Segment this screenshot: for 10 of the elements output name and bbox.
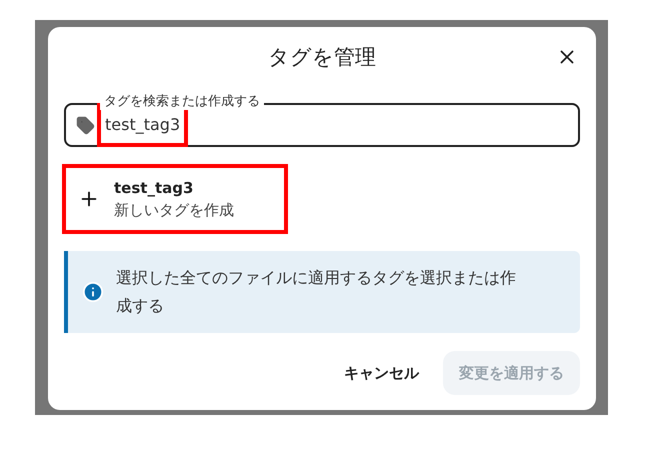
dialog-title: タグを管理 bbox=[268, 44, 376, 72]
search-value: test_tag3 bbox=[105, 114, 180, 136]
cancel-button[interactable]: キャンセル bbox=[330, 351, 433, 395]
option-subtitle: 新しいタグを作成 bbox=[114, 200, 234, 221]
info-icon bbox=[82, 281, 104, 303]
field-label: タグを検索または作成する bbox=[100, 94, 264, 110]
option-name: test_tag3 bbox=[114, 178, 194, 198]
create-tag-option[interactable]: test_tag3 新しいタグを作成 bbox=[64, 166, 286, 232]
info-message: 選択した全てのファイルに適用するタグを選択または作成する bbox=[116, 267, 517, 317]
tag-icon bbox=[76, 116, 95, 134]
